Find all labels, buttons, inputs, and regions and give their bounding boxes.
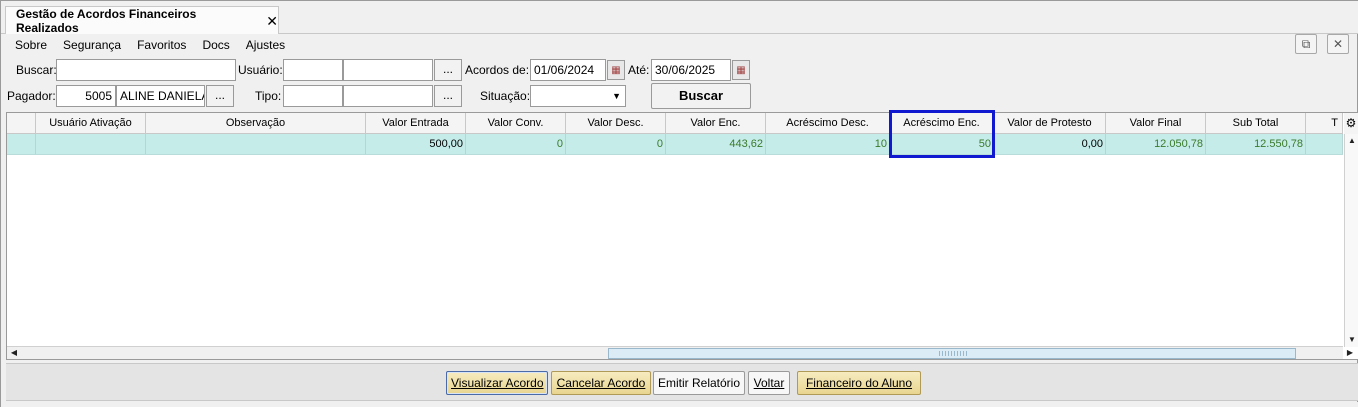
ate-input[interactable]: 30/06/2025 (651, 59, 731, 81)
buscar-label: Buscar: (16, 63, 57, 77)
menu-favoritos[interactable]: Favoritos (137, 38, 186, 52)
row-indicator-header (7, 113, 36, 133)
tipo-code-input[interactable] (283, 85, 343, 107)
ate-label: Até: (628, 63, 650, 77)
tab-gestao-acordos[interactable]: Gestão de Acordos Financeiros Realizados… (5, 6, 279, 35)
table-row[interactable]: 500,00 0 0 443,62 10 50 0,00 12.050,78 1… (7, 134, 1343, 155)
acordos-de-input[interactable]: 01/06/2024 (530, 59, 606, 81)
status-strip (1, 402, 1358, 407)
col-valor-final[interactable]: Valor Final (1106, 113, 1206, 133)
pagador-code-input[interactable]: 5005 (56, 85, 116, 107)
cancelar-acordo-label: Cancelar Acordo (556, 376, 646, 390)
grip-icon (939, 351, 969, 356)
col-valor-desc[interactable]: Valor Desc. (566, 113, 666, 133)
menu-ajustes[interactable]: Ajustes (246, 38, 285, 52)
col-valor-entrada[interactable]: Valor Entrada (366, 113, 466, 133)
cell-t (1306, 134, 1343, 154)
chevron-down-icon: ▼ (612, 91, 621, 101)
calendar-icon[interactable]: ▦ (607, 60, 625, 80)
row-indicator (7, 134, 36, 154)
tab-strip: Gestão de Acordos Financeiros Realizados… (1, 1, 1358, 35)
menu-bar: Sobre Segurança Favoritos Docs Ajustes (1, 35, 1358, 55)
emitir-relatorio-button[interactable]: Emitir Relatório (653, 371, 745, 395)
tipo-lookup-button[interactable]: ... (434, 85, 462, 107)
footer-toolbar: Visualizar Acordo Cancelar Acordo Emitir… (6, 363, 1358, 401)
tipo-label: Tipo: (255, 89, 282, 103)
col-usuario-ativacao[interactable]: Usuário Ativação (36, 113, 146, 133)
usuario-label: Usuário: (238, 63, 283, 77)
cell-valor-entrada: 500,00 (366, 134, 466, 154)
buscar-input[interactable] (56, 59, 236, 81)
menu-docs[interactable]: Docs (202, 38, 229, 52)
app-window: Gestão de Acordos Financeiros Realizados… (0, 0, 1358, 407)
col-observacao[interactable]: Observação (146, 113, 366, 133)
cell-acrescimo-enc: 50 (890, 134, 994, 154)
popout-icon[interactable]: ⧉ (1295, 34, 1317, 54)
cell-valor-conv: 0 (466, 134, 566, 154)
tab-title: Gestão de Acordos Financeiros Realizados (16, 6, 197, 35)
col-sub-total[interactable]: Sub Total (1206, 113, 1306, 133)
close-icon[interactable]: ✕ (266, 14, 278, 28)
situacao-label: Situação: (480, 89, 531, 103)
voltar-label: Voltar (753, 376, 785, 390)
cell-sub-total: 12.550,78 (1206, 134, 1306, 154)
buscar-button[interactable]: Buscar (651, 83, 751, 109)
visualizar-acordo-label: Visualizar Acordo (451, 376, 544, 390)
cell-valor-protesto: 0,00 (994, 134, 1106, 154)
scroll-up-icon[interactable]: ▲ (1345, 134, 1358, 148)
pagador-label: Pagador: (7, 89, 56, 103)
col-acrescimo-desc[interactable]: Acréscimo Desc. (766, 113, 890, 133)
financeiro-aluno-button[interactable]: Financeiro do Aluno (797, 371, 921, 395)
scroll-left-icon[interactable]: ◀ (7, 346, 21, 359)
pagador-name-input[interactable]: ALINE DANIELA (116, 85, 205, 107)
col-t[interactable]: T (1306, 113, 1343, 133)
tipo-name-input[interactable] (343, 85, 433, 107)
calendar-icon[interactable]: ▦ (732, 60, 750, 80)
menu-seguranca[interactable]: Segurança (63, 38, 121, 52)
cell-observacao (146, 134, 366, 154)
cell-usuario-ativacao (36, 134, 146, 154)
acordos-grid: Usuário Ativação Observação Valor Entrad… (6, 110, 1358, 360)
window-controls: ⧉ ✕ (1295, 34, 1349, 54)
horizontal-scroll-thumb[interactable] (608, 348, 1296, 359)
cancelar-acordo-button[interactable]: Cancelar Acordo (551, 371, 651, 395)
situacao-select[interactable]: ▼ (530, 85, 626, 107)
acordos-de-label: Acordos de: (465, 63, 530, 77)
col-acrescimo-enc[interactable]: Acréscimo Enc. (890, 113, 994, 133)
pagador-lookup-button[interactable]: ... (206, 85, 234, 107)
scroll-down-icon[interactable]: ▼ (1345, 333, 1358, 347)
voltar-button[interactable]: Voltar (748, 371, 790, 395)
horizontal-scrollbar[interactable]: ◀ ▶ (7, 346, 1353, 359)
vertical-scrollbar[interactable]: ▲ ▼ (1344, 134, 1358, 347)
usuario-code-input[interactable] (283, 59, 343, 81)
col-valor-protesto[interactable]: Valor de Protesto (994, 113, 1106, 133)
cell-valor-enc: 443,62 (666, 134, 766, 154)
menu-sobre[interactable]: Sobre (15, 38, 47, 52)
cell-valor-desc: 0 (566, 134, 666, 154)
gear-icon[interactable]: ⚙ (1344, 113, 1358, 134)
visualizar-acordo-button[interactable]: Visualizar Acordo (446, 371, 548, 395)
scroll-right-icon[interactable]: ▶ (1343, 346, 1357, 359)
col-valor-enc[interactable]: Valor Enc. (666, 113, 766, 133)
usuario-lookup-button[interactable]: ... (434, 59, 462, 81)
financeiro-aluno-label: Financeiro do Aluno (805, 376, 913, 390)
cell-acrescimo-desc: 10 (766, 134, 890, 154)
usuario-name-input[interactable] (343, 59, 433, 81)
grid-header: Usuário Ativação Observação Valor Entrad… (7, 113, 1343, 134)
col-valor-conv[interactable]: Valor Conv. (466, 113, 566, 133)
cell-valor-final: 12.050,78 (1106, 134, 1206, 154)
close-window-icon[interactable]: ✕ (1327, 34, 1349, 54)
